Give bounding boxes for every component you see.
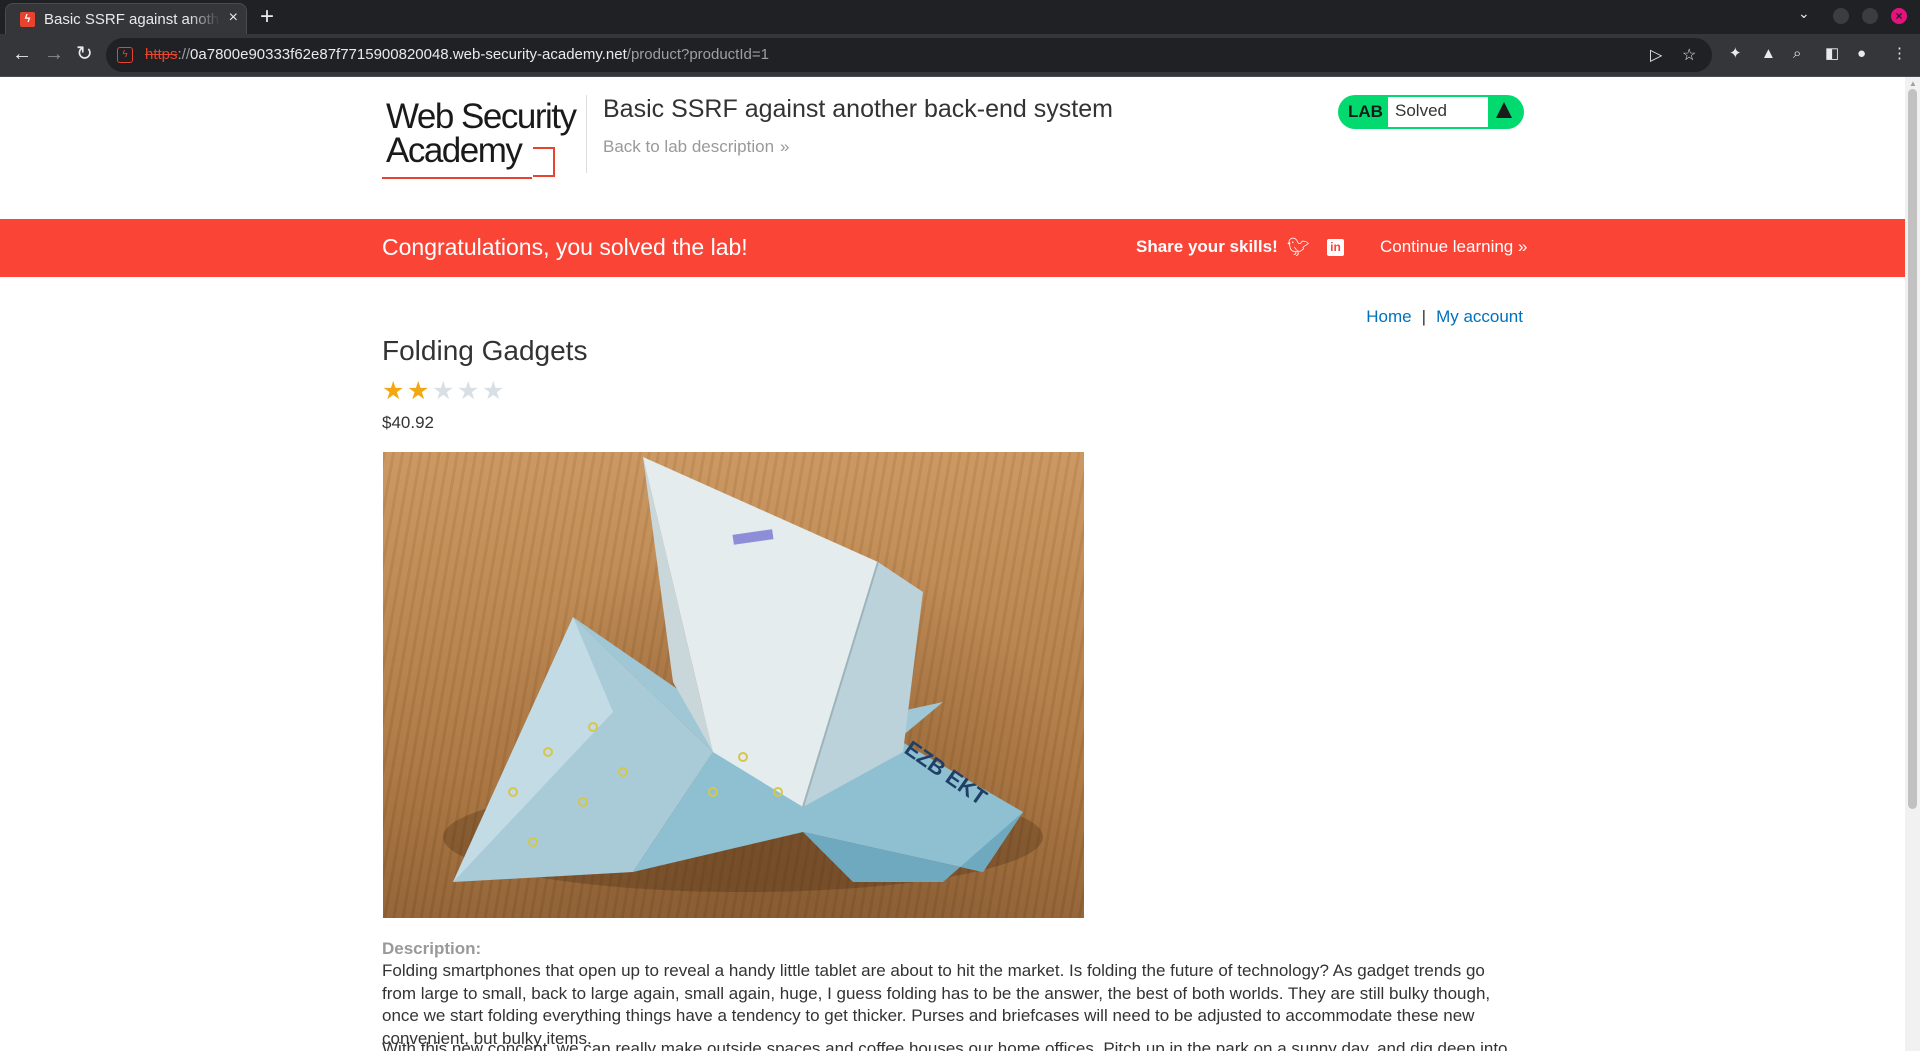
url-text[interactable]: https://0a7800e90333f62e87f7715900820048… — [145, 46, 769, 63]
tab-search-icon[interactable]: ⌄ — [1798, 5, 1810, 22]
browser-toolbar: ← → ↻ ϟ https://0a7800e90333f62e87f77159… — [0, 34, 1920, 77]
lab-header: Web Security Academy Basic SSRF against … — [382, 95, 1524, 205]
logo-line2: Academy — [386, 131, 523, 170]
menu-icon[interactable]: ⋮ — [1892, 45, 1907, 63]
description-paragraph: With this new concept, we can really mak… — [382, 1039, 1508, 1051]
browser-tab[interactable]: ϟ Basic SSRF against another back-end sy… — [5, 3, 247, 34]
labs-icon[interactable]: ▲ — [1761, 45, 1776, 63]
scrollbar-thumb[interactable] — [1908, 89, 1917, 809]
url-path: /product?productId=1 — [626, 46, 769, 63]
product-price: $40.92 — [382, 413, 434, 432]
twitter-icon[interactable]: 🐦︎ — [1287, 237, 1310, 258]
forward-icon[interactable]: → — [44, 43, 64, 65]
my-account-link[interactable]: My account — [1436, 307, 1523, 326]
nav-separator: | — [1421, 307, 1427, 326]
web-security-academy-logo[interactable]: Web Security Academy — [382, 95, 582, 187]
solved-banner: Congratulations, you solved the lab! Sha… — [0, 219, 1905, 277]
back-to-lab-description-link[interactable]: Back to lab description » — [603, 137, 790, 157]
product-image: EZB EKT — [383, 452, 1084, 918]
browser-tab-strip: ϟ Basic SSRF against another back-end sy… — [0, 0, 1920, 34]
reload-icon[interactable]: ↻ — [76, 43, 93, 65]
star-filled-icon: ★ — [407, 377, 430, 405]
share-label: Share your skills! — [1136, 237, 1278, 256]
back-icon[interactable]: ← — [12, 43, 32, 65]
address-bar[interactable]: ϟ https://0a7800e90333f62e87f77159008200… — [106, 38, 1712, 72]
congrats-message: Congratulations, you solved the lab! — [382, 234, 748, 260]
flask-icon — [1496, 102, 1512, 118]
search-icon[interactable]: ⌕ — [1793, 45, 1801, 63]
page-viewport: Web Security Academy Basic SSRF against … — [0, 77, 1905, 1051]
new-tab-button[interactable]: + — [260, 3, 274, 31]
continue-learning-link[interactable]: Continue learning » — [1380, 237, 1527, 257]
lab-status-text: Solved — [1395, 101, 1447, 120]
url-separator: :// — [177, 46, 191, 63]
minimize-button[interactable] — [1833, 8, 1849, 24]
vertical-scrollbar[interactable]: ▲ — [1905, 77, 1920, 1051]
star-empty-icon: ★ — [457, 377, 480, 405]
window-close-button[interactable]: × — [1891, 8, 1907, 24]
star-empty-icon: ★ — [432, 377, 455, 405]
profile-icon[interactable]: ● — [1857, 45, 1866, 63]
star-filled-icon: ★ — [382, 377, 405, 405]
maximize-button[interactable] — [1862, 8, 1878, 24]
lab-status-badge: LAB Solved — [1338, 95, 1524, 129]
tab-close-icon[interactable]: × — [229, 9, 238, 27]
tab-title: Basic SSRF against another back-end syst… — [44, 11, 220, 28]
url-scheme: https — [145, 46, 178, 63]
back-link-label: Back to lab description — [603, 137, 775, 156]
scroll-up-arrow-icon[interactable]: ▲ — [1909, 79, 1917, 88]
description-paragraph: Folding smartphones that open up to reve… — [382, 961, 1491, 1048]
linkedin-icon[interactable]: in — [1327, 239, 1344, 256]
continue-learning-label: Continue learning — [1380, 237, 1514, 256]
header-divider — [586, 95, 587, 173]
logo-underline — [382, 177, 532, 179]
bookmark-star-icon[interactable]: ☆ — [1682, 45, 1696, 65]
double-chevron-icon: » — [780, 137, 790, 156]
extensions-icon[interactable]: ✦ — [1729, 45, 1742, 63]
home-link[interactable]: Home — [1366, 307, 1411, 326]
favicon-icon: ϟ — [20, 12, 35, 27]
lab-badge-label: LAB — [1348, 102, 1383, 121]
description-label: Description: — [382, 939, 482, 958]
send-icon[interactable]: ▷ — [1650, 45, 1662, 65]
top-nav-links: Home | My account — [1366, 307, 1523, 327]
logo-flash-icon — [533, 147, 555, 177]
lab-title: Basic SSRF against another back-end syst… — [603, 95, 1113, 123]
site-info-icon[interactable]: ϟ — [117, 47, 133, 63]
double-chevron-icon: » — [1518, 237, 1528, 256]
star-empty-icon: ★ — [482, 377, 505, 405]
url-host: 0a7800e90333f62e87f7715900820048.web-sec… — [190, 46, 627, 63]
product-title: Folding Gadgets — [382, 335, 588, 366]
origami-banknote-illustration: EZB EKT — [443, 457, 1043, 892]
sidebar-icon[interactable]: ◧ — [1825, 45, 1839, 63]
